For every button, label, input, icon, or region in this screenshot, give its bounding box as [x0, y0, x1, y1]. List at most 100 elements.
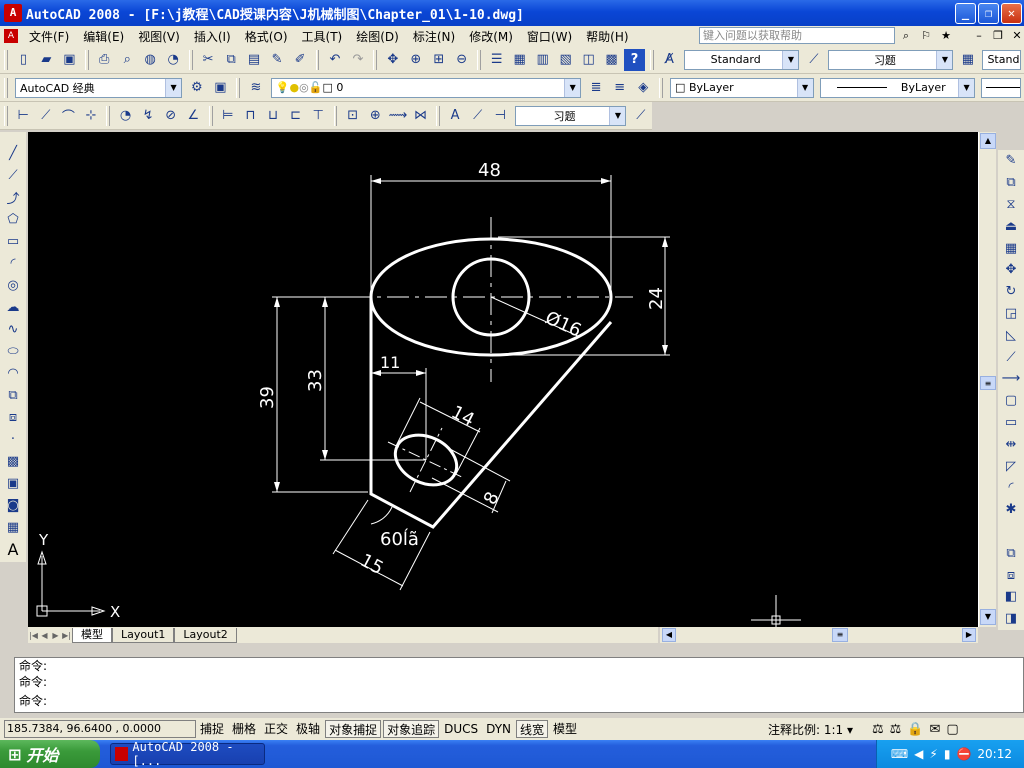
help-search-input[interactable]: 键入问题以获取帮助: [699, 27, 895, 44]
stretch-icon[interactable]: ◺: [1000, 324, 1022, 346]
dim-style-select[interactable]: 习题 ▼: [828, 49, 954, 70]
grid-toggle[interactable]: 栅格: [229, 720, 259, 738]
menu-tools[interactable]: 工具(T): [295, 28, 350, 45]
sheet-set-icon[interactable]: ▧: [555, 49, 576, 71]
scroll-down-icon[interactable]: ▼: [980, 609, 996, 625]
back-icon[interactable]: ◀: [914, 747, 923, 761]
ellipse-icon[interactable]: ⬭: [2, 340, 24, 362]
quickcalc-icon[interactable]: ▩: [601, 49, 622, 71]
revision-cloud-icon[interactable]: ☁: [2, 296, 24, 318]
zoom-previous-icon[interactable]: ⊖: [451, 49, 472, 71]
auto-scale-icon[interactable]: ⚖: [890, 722, 902, 737]
doc-minimize-button[interactable]: –: [970, 27, 988, 44]
dyn-toggle[interactable]: DYN: [483, 720, 514, 738]
menu-dimension[interactable]: 标注(N): [406, 28, 462, 45]
scroll-right-icon[interactable]: ▶: [962, 628, 976, 642]
snap-toggle[interactable]: 捕捉: [197, 720, 227, 738]
restore-button[interactable]: ❐: [978, 2, 999, 24]
layer-state-icon[interactable]: ◈: [632, 77, 654, 99]
last-tab-icon[interactable]: ▶|: [61, 631, 72, 640]
dim-update-icon[interactable]: ⋈: [410, 105, 431, 127]
scroll-up-icon[interactable]: ▲: [980, 133, 996, 149]
offset-icon[interactable]: ⏏: [1000, 215, 1022, 237]
quick-leader-icon[interactable]: ⊏: [285, 105, 306, 127]
cut-icon[interactable]: ✂: [198, 49, 219, 71]
dim-space-icon[interactable]: ⊣: [490, 105, 511, 127]
hatch-icon[interactable]: ▩: [2, 450, 24, 472]
region-icon[interactable]: ◙: [2, 494, 24, 516]
my-workspace-icon[interactable]: ▣: [210, 77, 232, 99]
block-editor-icon[interactable]: ✐: [290, 49, 311, 71]
doc-close-button[interactable]: ✕: [1008, 27, 1024, 44]
array-icon[interactable]: ▦: [1000, 237, 1022, 259]
join-icon[interactable]: ⇹: [1000, 433, 1022, 455]
tab-model[interactable]: 模型: [72, 627, 112, 643]
dim-edit-icon[interactable]: ⊕: [365, 105, 386, 127]
sun-icon[interactable]: ●: [290, 81, 300, 94]
ordinate-dim-icon[interactable]: ⊹: [81, 105, 102, 127]
rectangle-icon[interactable]: ▭: [2, 230, 24, 252]
lineweight-select[interactable]: [981, 77, 1022, 98]
menu-format[interactable]: 格式(O): [238, 28, 295, 45]
move-icon[interactable]: ✥: [1000, 259, 1022, 281]
new-icon[interactable]: ▯: [13, 49, 34, 71]
diameter-dim-icon[interactable]: ⊘: [160, 105, 181, 127]
network-icon[interactable]: ⚡: [929, 747, 937, 761]
command-prompt[interactable]: 命令:: [15, 693, 1023, 709]
mirror-icon[interactable]: ⧖: [1000, 194, 1022, 216]
doc-restore-button[interactable]: ❐: [989, 27, 1007, 44]
menu-view[interactable]: 视图(V): [131, 28, 187, 45]
menu-edit[interactable]: 编辑(E): [76, 28, 131, 45]
table-icon[interactable]: ▦: [2, 516, 24, 538]
drawing-canvas[interactable]: 48 24 Ø16 33 39 11 14 8 60ĺã 15 Y X: [28, 132, 978, 627]
autocad-logo-icon[interactable]: A: [4, 4, 22, 22]
layer-select[interactable]: 💡 ● ◎ 🔓 □ 0 ▼: [270, 77, 582, 98]
linear-dim-icon[interactable]: ⊢: [13, 105, 34, 127]
aligned-dim-icon[interactable]: ⟋: [35, 105, 56, 127]
menu-modify[interactable]: 修改(M): [462, 28, 520, 45]
menu-draw[interactable]: 绘图(D): [349, 28, 406, 45]
chamfer-icon[interactable]: ◸: [1000, 455, 1022, 477]
send-under-icon[interactable]: ◨: [1000, 608, 1022, 630]
hscroll-thumb[interactable]: ≡: [832, 628, 848, 642]
dim-style-icon[interactable]: A: [445, 105, 466, 127]
rotate-icon[interactable]: ↻: [1000, 281, 1022, 303]
redo-icon[interactable]: ↷: [347, 49, 368, 71]
clean-screen-icon[interactable]: ▢: [946, 722, 958, 737]
text-style-select[interactable]: Standard ▼: [683, 49, 800, 70]
tool-palettes-icon[interactable]: ▥: [532, 49, 553, 71]
drawing-svg[interactable]: 48 24 Ø16 33 39 11 14 8 60ĺã 15 Y X: [28, 132, 978, 627]
scale-icon[interactable]: ◲: [1000, 303, 1022, 325]
chevron-down-icon[interactable]: ▼: [782, 50, 799, 69]
menu-help[interactable]: 帮助(H): [579, 28, 635, 45]
layer-manager-icon[interactable]: ≋: [245, 77, 267, 99]
zoom-window-icon[interactable]: ⊞: [428, 49, 449, 71]
angular-dim-icon[interactable]: ∠: [183, 105, 204, 127]
dim-style-icon[interactable]: ⟋: [803, 49, 824, 71]
continue-dim-icon[interactable]: ⊔: [263, 105, 284, 127]
plot-icon[interactable]: ⎙: [94, 49, 115, 71]
dim-style-manager-icon[interactable]: ⟋: [630, 105, 651, 127]
line-icon[interactable]: ╱: [2, 142, 24, 164]
menu-file[interactable]: 文件(F): [22, 28, 76, 45]
pan-icon[interactable]: ✥: [382, 49, 403, 71]
next-tab-icon[interactable]: ▶: [50, 631, 61, 640]
polyline-icon[interactable]: ⤴: [2, 186, 24, 208]
otrack-toggle[interactable]: 对象追踪: [383, 720, 440, 738]
arc-length-icon[interactable]: ⌒: [58, 105, 79, 127]
chevron-down-icon[interactable]: ▼: [564, 78, 581, 97]
trim-icon[interactable]: ⟋: [1000, 346, 1022, 368]
design-center-icon[interactable]: ▦: [509, 49, 530, 71]
lock-icon[interactable]: 🔓: [309, 81, 323, 94]
polar-toggle[interactable]: 极轴: [293, 720, 323, 738]
chevron-down-icon[interactable]: ▼: [165, 78, 182, 97]
tab-layout2[interactable]: Layout2: [174, 627, 237, 643]
table-style-icon[interactable]: ▦: [957, 49, 978, 71]
radius-dim-icon[interactable]: ◔: [115, 105, 136, 127]
document-icon[interactable]: A: [4, 29, 18, 43]
dim-text-edit-icon[interactable]: ⟿: [388, 105, 409, 127]
ortho-toggle[interactable]: 正交: [261, 720, 291, 738]
markup-icon[interactable]: ◫: [578, 49, 599, 71]
tab-layout1[interactable]: Layout1: [112, 627, 175, 643]
linetype-select[interactable]: ByLayer ▼: [819, 77, 976, 98]
